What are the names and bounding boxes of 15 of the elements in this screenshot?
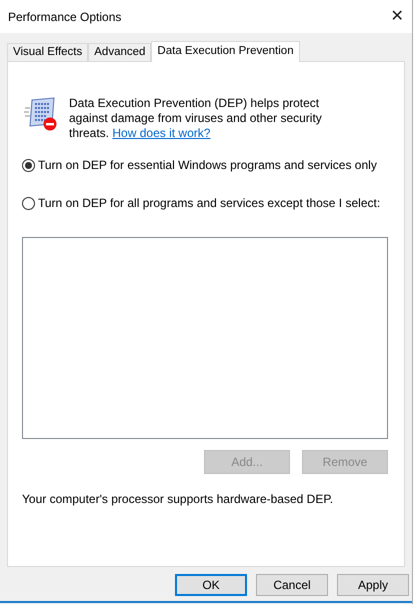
dialog-button[interactable]: Cancel <box>256 574 328 596</box>
tab[interactable]: Advanced <box>88 43 152 61</box>
tab[interactable]: Data Execution Prevention <box>151 41 300 62</box>
close-button[interactable]: ✕ <box>382 2 412 32</box>
window-title: Performance Options <box>8 8 122 26</box>
tab[interactable]: Visual Effects <box>7 43 88 61</box>
dialog-button[interactable]: Apply <box>337 574 409 596</box>
binary-document-icon <box>24 96 58 132</box>
status-text: Your computer's processor supports hardware-based DEP. <box>22 491 334 508</box>
radio-option[interactable]: Turn on DEP for all programs and services except those I select: <box>22 195 380 211</box>
program-list[interactable] <box>22 237 388 439</box>
radio-option[interactable]: Turn on DEP for essential Windows programs and services only <box>22 157 377 173</box>
description-text: Data Execution Prevention (DEP) helps protect against damage from viruses and other security threats. How does it work? <box>69 96 323 141</box>
help-link[interactable]: How does it work? <box>112 126 210 140</box>
dialog-button[interactable]: OK <box>175 574 247 596</box>
